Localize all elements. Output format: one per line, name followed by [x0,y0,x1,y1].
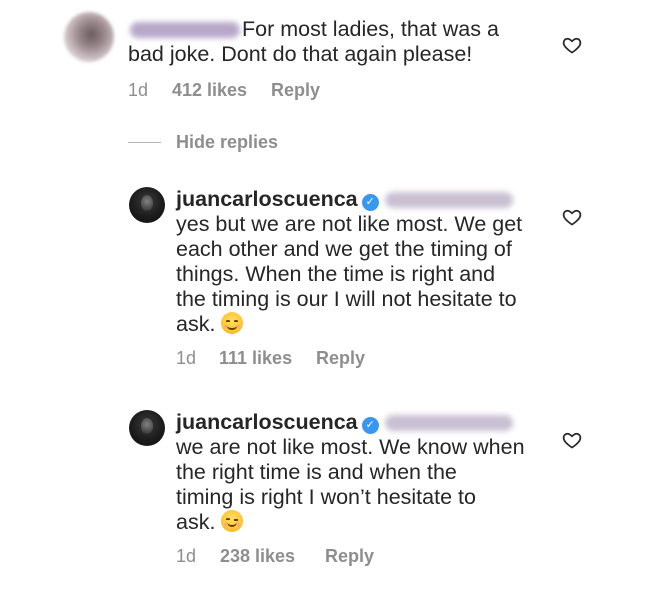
username[interactable]: juancarloscuenca [176,410,358,434]
comment-meta: 1d 238 likes Reply [176,546,374,567]
heart-icon[interactable] [562,35,582,55]
winking-face-icon [221,510,244,532]
heart-icon[interactable] [562,430,582,450]
divider [128,142,161,143]
comment-line-last: ask. [176,510,244,535]
reply-button[interactable]: Reply [325,546,374,567]
username[interactable]: juancarloscuenca [176,187,358,211]
comment-line: yes but we are not like most. We get [176,212,523,236]
timestamp: 1d [128,80,149,100]
verified-badge-icon: ✓ [361,417,379,434]
hide-replies-toggle[interactable]: Hide replies [128,132,278,153]
avatar[interactable] [64,12,114,62]
comment-meta: 1d 111 likes Reply [176,348,365,369]
heart-icon[interactable] [562,207,582,227]
blurred-mention[interactable] [384,415,513,432]
verified-badge-icon: ✓ [361,194,379,211]
blurred-username[interactable] [130,22,240,39]
smiling-face-icon [221,312,244,334]
reply-button[interactable]: Reply [316,348,365,369]
comment-text-line2: bad joke. Dont do that again please! [128,42,473,66]
avatar[interactable] [129,410,165,446]
comment-header: juancarloscuenca ✓ [176,410,515,435]
likes-count[interactable]: 111 likes [219,348,316,369]
comment-line-last: ask. [176,312,244,337]
likes-count[interactable]: 412 likes [172,80,271,101]
avatar[interactable] [129,187,165,223]
timestamp: 1d [176,348,197,368]
hide-replies-label[interactable]: Hide replies [176,132,278,153]
timestamp: 1d [176,546,197,566]
likes-count[interactable]: 238 likes [220,546,325,567]
reply-button[interactable]: Reply [271,80,320,101]
blurred-mention[interactable] [384,192,513,209]
comment-line: the right time is and when the [176,460,457,484]
comment-meta: 1d 412 likes Reply [128,80,320,101]
comment-header: juancarloscuenca ✓ [176,187,515,212]
comment-line: timing is right I won’t hesitate to [176,485,476,509]
comment-line: things. When the time is right and [176,262,496,286]
comment-text: For most ladies, that was a [128,17,499,42]
comment-line: each other and we get the timing of [176,237,512,261]
comment-line: we are not like most. We know when [176,435,525,459]
comment-line: the timing is our I will not hesitate to [176,287,517,311]
